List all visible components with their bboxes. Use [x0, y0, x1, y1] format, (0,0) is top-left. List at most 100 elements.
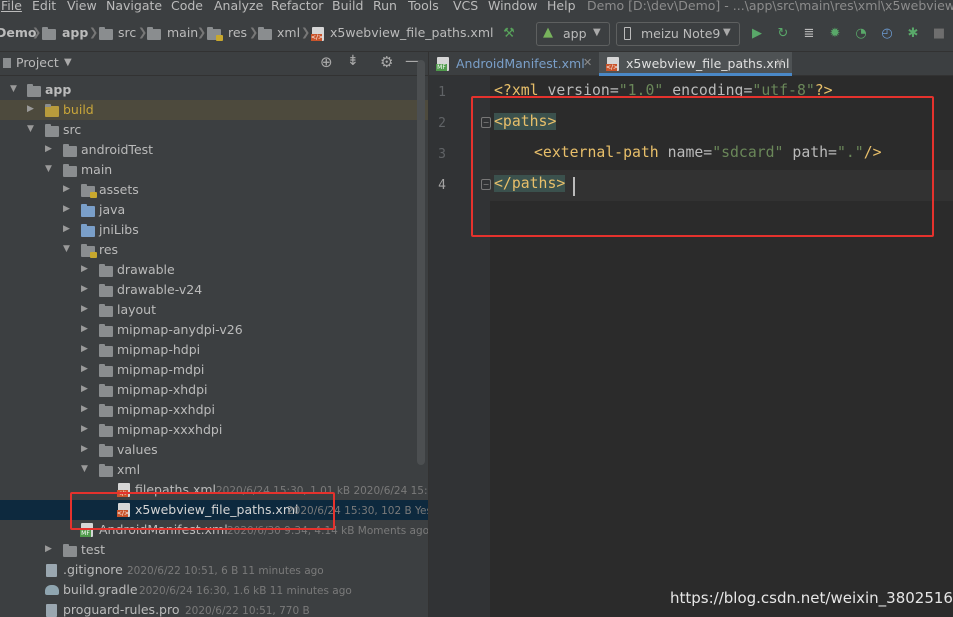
menu-tools[interactable]: Tools — [408, 0, 439, 13]
breadcrumb-file[interactable]: x5webview_file_paths.xml — [330, 25, 493, 40]
breadcrumb-separator-icon: ❯ — [32, 26, 42, 39]
breadcrumb-xml[interactable]: xml — [277, 25, 300, 40]
collapsed-arrow-icon[interactable]: ▶ — [81, 403, 91, 415]
collapsed-arrow-icon[interactable]: ▶ — [81, 343, 91, 355]
stop-icon[interactable]: ■ — [930, 24, 948, 42]
folder-icon — [63, 544, 77, 557]
breadcrumb-project[interactable]: Demo — [0, 25, 36, 40]
close-tab-icon[interactable]: ✕ — [775, 56, 784, 69]
collapsed-arrow-icon[interactable]: ▶ — [63, 203, 73, 215]
tree-item-proguard-rules[interactable]: proguard-rules.pro 2020/6/22 10:51, 770 … — [0, 600, 428, 617]
tree-item-androidtest[interactable]: ▶ androidTest — [0, 140, 428, 160]
menu-help[interactable]: Help — [547, 0, 576, 13]
folder-icon — [99, 344, 113, 357]
collapsed-arrow-icon[interactable]: ▶ — [81, 423, 91, 435]
hammer-build-icon[interactable]: ⚒ — [500, 24, 518, 42]
line-number: 2 — [438, 116, 446, 131]
folder-icon — [99, 444, 113, 457]
xml-file-icon — [606, 57, 619, 71]
project-view-label[interactable]: Project — [16, 55, 59, 70]
collapsed-arrow-icon[interactable]: ▶ — [81, 263, 91, 275]
collapsed-arrow-icon[interactable]: ▶ — [81, 363, 91, 375]
menu-build[interactable]: Build — [332, 0, 363, 13]
tree-item-main[interactable]: ▼ main — [0, 160, 428, 180]
tab-x5webview-file-paths[interactable]: x5webview_file_paths.xml ✕ — [599, 52, 792, 76]
tree-item-src[interactable]: ▼ src — [0, 120, 428, 140]
tree-item-mipmap-xhdpi[interactable]: ▶ mipmap-xhdpi — [0, 380, 428, 400]
tree-item-build[interactable]: ▶ build — [0, 100, 428, 120]
gear-icon[interactable]: ⚙ — [380, 53, 393, 71]
tree-item-jnilibs[interactable]: ▶ jniLibs — [0, 220, 428, 240]
breadcrumb-res[interactable]: res — [228, 25, 247, 40]
device-dropdown[interactable]: meizu Note9 ▼ — [616, 22, 740, 46]
tree-item-label: mipmap-xxxhdpi — [117, 422, 223, 437]
menu-window[interactable]: Window — [488, 0, 537, 13]
collapsed-arrow-icon[interactable]: ▶ — [45, 543, 55, 555]
expanded-arrow-icon[interactable]: ▼ — [81, 463, 91, 475]
chevron-down-icon[interactable]: ▼ — [64, 57, 72, 68]
breadcrumb-main[interactable]: main — [167, 25, 198, 40]
expanded-arrow-icon[interactable]: ▼ — [45, 163, 55, 175]
breadcrumb-app[interactable]: app — [62, 25, 88, 40]
expanded-arrow-icon[interactable]: ▼ — [27, 123, 37, 135]
close-tab-icon[interactable]: ✕ — [583, 56, 592, 69]
tab-androidmanifest[interactable]: AndroidManifest.xml ✕ — [429, 52, 599, 76]
locate-target-icon[interactable]: ⊕ — [320, 53, 333, 71]
tree-item-mipmap-mdpi[interactable]: ▶ mipmap-mdpi — [0, 360, 428, 380]
menu-navigate[interactable]: Navigate — [106, 0, 162, 13]
menu-refactor[interactable]: Refactor — [271, 0, 323, 13]
menu-file[interactable]: File — [1, 0, 22, 13]
debug-icon[interactable]: ✹ — [826, 24, 844, 42]
collapsed-arrow-icon[interactable]: ▶ — [63, 183, 73, 195]
collapse-all-icon[interactable]: ⇟ — [347, 53, 359, 69]
collapsed-arrow-icon[interactable]: ▶ — [63, 223, 73, 235]
tree-item-drawable-v24[interactable]: ▶ drawable-v24 — [0, 280, 428, 300]
collapsed-arrow-icon[interactable]: ▶ — [45, 143, 55, 155]
tree-item-mipmap-xxxhdpi[interactable]: ▶ mipmap-xxxhdpi — [0, 420, 428, 440]
tree-item-mipmap-hdpi[interactable]: ▶ mipmap-hdpi — [0, 340, 428, 360]
editor-highlight-box — [471, 96, 934, 237]
tree-item-assets[interactable]: ▶ assets — [0, 180, 428, 200]
menu-analyze[interactable]: Analyze — [214, 0, 263, 13]
expanded-arrow-icon[interactable]: ▼ — [10, 83, 20, 95]
profile-icon[interactable]: ◔ — [852, 24, 870, 42]
tree-item-label: mipmap-hdpi — [117, 342, 201, 357]
tree-item-values[interactable]: ▶ values — [0, 440, 428, 460]
tree-item-label: test — [81, 542, 106, 557]
tree-item-build-gradle[interactable]: build.gradle 2020/6/24 16:30, 1.6 kB 11 … — [0, 580, 428, 600]
collapsed-arrow-icon[interactable]: ▶ — [81, 443, 91, 455]
expanded-arrow-icon[interactable]: ▼ — [63, 243, 73, 255]
attach-debugger-icon[interactable]: ✱ — [904, 24, 922, 42]
collapsed-arrow-icon[interactable]: ▶ — [81, 323, 91, 335]
tree-item-test[interactable]: ▶ test — [0, 540, 428, 560]
menu-view[interactable]: View — [67, 0, 97, 13]
tree-item-java[interactable]: ▶ java — [0, 200, 428, 220]
apply-changes-icon[interactable]: ↻ — [774, 24, 792, 42]
tree-item-gitignore[interactable]: .gitignore 2020/6/22 10:51, 6 B 11 minut… — [0, 560, 428, 580]
menu-vcs[interactable]: VCS — [453, 0, 478, 13]
apply-code-changes-icon[interactable]: ≣ — [800, 24, 818, 42]
tree-item-label: res — [99, 242, 119, 257]
collapsed-arrow-icon[interactable]: ▶ — [81, 283, 91, 295]
tree-item-mipmap-anydpi-v26[interactable]: ▶ mipmap-anydpi-v26 — [0, 320, 428, 340]
tree-item-drawable[interactable]: ▶ drawable — [0, 260, 428, 280]
menu-edit[interactable]: Edit — [32, 0, 56, 13]
project-scrollbar[interactable] — [417, 60, 425, 465]
tree-item-xml[interactable]: ▼ xml — [0, 460, 428, 480]
collapsed-arrow-icon[interactable]: ▶ — [81, 303, 91, 315]
tree-item-mipmap-xxhdpi[interactable]: ▶ mipmap-xxhdpi — [0, 400, 428, 420]
tree-item-label: proguard-rules.pro — [63, 602, 180, 617]
profiler-gauge-icon[interactable]: ◴ — [878, 24, 896, 42]
folder-icon — [99, 264, 113, 277]
folder-icon — [147, 27, 161, 40]
collapsed-arrow-icon[interactable]: ▶ — [27, 103, 37, 115]
run-configuration-dropdown[interactable]: ▲ app ▼ — [536, 22, 610, 46]
run-icon[interactable]: ▶ — [748, 24, 766, 42]
tree-item-res[interactable]: ▼ res — [0, 240, 428, 260]
breadcrumb-src[interactable]: src — [118, 25, 136, 40]
menu-run[interactable]: Run — [373, 0, 397, 13]
menu-code[interactable]: Code — [171, 0, 203, 13]
tree-item-app[interactable]: ▼ app — [0, 80, 428, 100]
collapsed-arrow-icon[interactable]: ▶ — [81, 383, 91, 395]
tree-item-layout[interactable]: ▶ layout — [0, 300, 428, 320]
